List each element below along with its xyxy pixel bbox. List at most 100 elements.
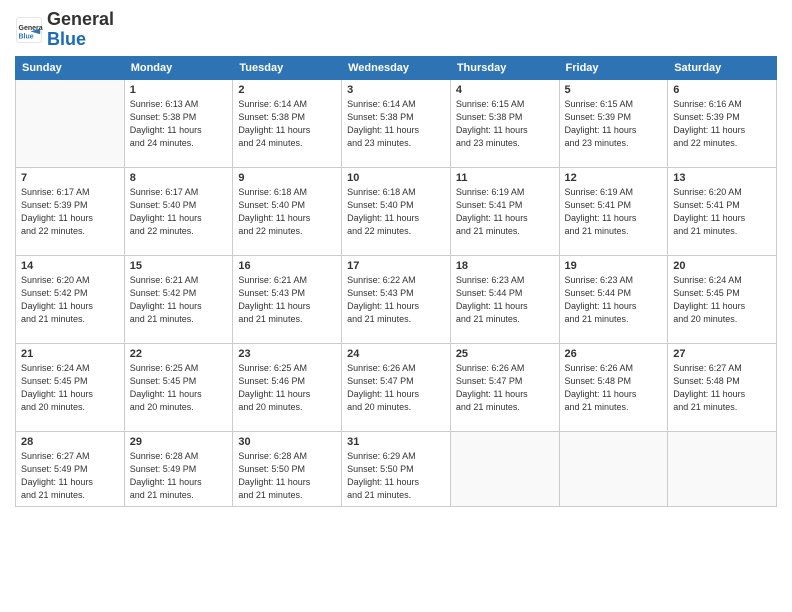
day-info: Sunrise: 6:23 AM Sunset: 5:44 PM Dayligh…	[565, 274, 663, 326]
day-info: Sunrise: 6:19 AM Sunset: 5:41 PM Dayligh…	[565, 186, 663, 238]
day-number: 29	[130, 436, 228, 448]
calendar-cell: 23 Sunrise: 6:25 AM Sunset: 5:46 PM Dayli…	[233, 343, 342, 431]
day-info: Sunrise: 6:25 AM Sunset: 5:45 PM Dayligh…	[130, 362, 228, 414]
calendar-cell: 6Sunrise: 6:16 AM Sunset: 5:39 PM Daylig…	[668, 79, 777, 167]
day-info: Sunrise: 6:19 AM Sunset: 5:41 PM Dayligh…	[456, 186, 554, 238]
day-info: Sunrise: 6:13 AM Sunset: 5:38 PM Dayligh…	[130, 98, 228, 150]
page: General Blue General Blue SundayMondayTu…	[0, 0, 792, 612]
day-number: 3	[347, 84, 445, 96]
day-number: 28	[21, 436, 119, 448]
day-number: 30	[238, 436, 336, 448]
calendar-cell: 22Sunrise: 6:25 AM Sunset: 5:45 PM Dayli…	[124, 343, 233, 431]
day-number: 27	[673, 348, 771, 360]
day-number: 4	[456, 84, 554, 96]
calendar-cell: 18Sunrise: 6:23 AM Sunset: 5:44 PM Dayli…	[450, 255, 559, 343]
day-number: 5	[565, 84, 663, 96]
day-number: 25	[456, 348, 554, 360]
calendar-header-row: SundayMondayTuesdayWednesdayThursdayFrid…	[16, 56, 777, 79]
calendar-cell	[16, 79, 125, 167]
day-number: 15	[130, 260, 228, 272]
logo-area: General Blue General Blue	[15, 10, 114, 50]
day-info: Sunrise: 6:22 AM Sunset: 5:43 PM Dayligh…	[347, 274, 445, 326]
logo-general: General	[47, 9, 114, 29]
day-info: Sunrise: 6:25 AM Sunset: 5:46 PM Dayligh…	[238, 362, 336, 414]
day-number: 12	[565, 172, 663, 184]
day-info: Sunrise: 6:24 AM Sunset: 5:45 PM Dayligh…	[673, 274, 771, 326]
day-number: 23	[238, 348, 336, 360]
column-header-thursday: Thursday	[450, 56, 559, 79]
calendar-cell: 12 Sunrise: 6:19 AM Sunset: 5:41 PM Dayli…	[559, 167, 668, 255]
day-info: Sunrise: 6:16 AM Sunset: 5:39 PM Dayligh…	[673, 98, 771, 150]
calendar-cell: 4 Sunrise: 6:15 AM Sunset: 5:38 PM Daylig…	[450, 79, 559, 167]
day-info: Sunrise: 6:15 AM Sunset: 5:39 PM Dayligh…	[565, 98, 663, 150]
day-number: 24	[347, 348, 445, 360]
calendar-cell: 19 Sunrise: 6:23 AM Sunset: 5:44 PM Dayli…	[559, 255, 668, 343]
calendar-week-row: 21 Sunrise: 6:24 AM Sunset: 5:45 PM Dayli…	[16, 343, 777, 431]
calendar-cell	[450, 431, 559, 506]
day-number: 11	[456, 172, 554, 184]
calendar-cell: 31 Sunrise: 6:29 AM Sunset: 5:50 PM Dayli…	[342, 431, 451, 506]
day-number: 7	[21, 172, 119, 184]
day-info: Sunrise: 6:17 AM Sunset: 5:40 PM Dayligh…	[130, 186, 228, 238]
calendar-cell: 26Sunrise: 6:26 AM Sunset: 5:48 PM Dayli…	[559, 343, 668, 431]
calendar-week-row: 14 Sunrise: 6:20 AM Sunset: 5:42 PM Dayli…	[16, 255, 777, 343]
day-info: Sunrise: 6:20 AM Sunset: 5:41 PM Dayligh…	[673, 186, 771, 238]
day-info: Sunrise: 6:26 AM Sunset: 5:47 PM Dayligh…	[456, 362, 554, 414]
day-info: Sunrise: 6:27 AM Sunset: 5:49 PM Dayligh…	[21, 450, 119, 502]
calendar-cell: 20 Sunrise: 6:24 AM Sunset: 5:45 PM Dayli…	[668, 255, 777, 343]
calendar-cell: 10 Sunrise: 6:18 AM Sunset: 5:40 PM Dayli…	[342, 167, 451, 255]
day-number: 26	[565, 348, 663, 360]
day-number: 20	[673, 260, 771, 272]
logo-text: General Blue	[47, 10, 114, 50]
day-number: 16	[238, 260, 336, 272]
calendar-cell: 1Sunrise: 6:13 AM Sunset: 5:38 PM Daylig…	[124, 79, 233, 167]
day-info: Sunrise: 6:28 AM Sunset: 5:50 PM Dayligh…	[238, 450, 336, 502]
calendar-cell: 13 Sunrise: 6:20 AM Sunset: 5:41 PM Dayli…	[668, 167, 777, 255]
day-info: Sunrise: 6:18 AM Sunset: 5:40 PM Dayligh…	[347, 186, 445, 238]
day-info: Sunrise: 6:17 AM Sunset: 5:39 PM Dayligh…	[21, 186, 119, 238]
calendar-cell: 3 Sunrise: 6:14 AM Sunset: 5:38 PM Daylig…	[342, 79, 451, 167]
calendar-cell: 15 Sunrise: 6:21 AM Sunset: 5:42 PM Dayli…	[124, 255, 233, 343]
day-number: 8	[130, 172, 228, 184]
calendar-week-row: 7 Sunrise: 6:17 AM Sunset: 5:39 PM Daylig…	[16, 167, 777, 255]
column-header-monday: Monday	[124, 56, 233, 79]
day-info: Sunrise: 6:14 AM Sunset: 5:38 PM Dayligh…	[238, 98, 336, 150]
day-info: Sunrise: 6:27 AM Sunset: 5:48 PM Dayligh…	[673, 362, 771, 414]
day-number: 19	[565, 260, 663, 272]
day-number: 14	[21, 260, 119, 272]
column-header-friday: Friday	[559, 56, 668, 79]
logo-blue: Blue	[47, 29, 86, 49]
calendar-cell: 27 Sunrise: 6:27 AM Sunset: 5:48 PM Dayli…	[668, 343, 777, 431]
calendar-cell: 7 Sunrise: 6:17 AM Sunset: 5:39 PM Daylig…	[16, 167, 125, 255]
day-number: 17	[347, 260, 445, 272]
day-number: 13	[673, 172, 771, 184]
day-info: Sunrise: 6:24 AM Sunset: 5:45 PM Dayligh…	[21, 362, 119, 414]
day-number: 21	[21, 348, 119, 360]
calendar-cell: 11 Sunrise: 6:19 AM Sunset: 5:41 PM Dayli…	[450, 167, 559, 255]
calendar-table: SundayMondayTuesdayWednesdayThursdayFrid…	[15, 56, 777, 507]
calendar-cell: 14 Sunrise: 6:20 AM Sunset: 5:42 PM Dayli…	[16, 255, 125, 343]
day-info: Sunrise: 6:15 AM Sunset: 5:38 PM Dayligh…	[456, 98, 554, 150]
day-number: 18	[456, 260, 554, 272]
svg-text:Blue: Blue	[19, 33, 34, 40]
calendar-cell: 8 Sunrise: 6:17 AM Sunset: 5:40 PM Daylig…	[124, 167, 233, 255]
day-info: Sunrise: 6:21 AM Sunset: 5:43 PM Dayligh…	[238, 274, 336, 326]
calendar-week-row: 28 Sunrise: 6:27 AM Sunset: 5:49 PM Dayli…	[16, 431, 777, 506]
column-header-tuesday: Tuesday	[233, 56, 342, 79]
day-info: Sunrise: 6:29 AM Sunset: 5:50 PM Dayligh…	[347, 450, 445, 502]
day-info: Sunrise: 6:21 AM Sunset: 5:42 PM Dayligh…	[130, 274, 228, 326]
calendar-week-row: 1Sunrise: 6:13 AM Sunset: 5:38 PM Daylig…	[16, 79, 777, 167]
calendar-cell: 21 Sunrise: 6:24 AM Sunset: 5:45 PM Dayli…	[16, 343, 125, 431]
day-info: Sunrise: 6:18 AM Sunset: 5:40 PM Dayligh…	[238, 186, 336, 238]
day-info: Sunrise: 6:28 AM Sunset: 5:49 PM Dayligh…	[130, 450, 228, 502]
day-number: 10	[347, 172, 445, 184]
day-number: 9	[238, 172, 336, 184]
calendar-cell: 30 Sunrise: 6:28 AM Sunset: 5:50 PM Dayli…	[233, 431, 342, 506]
day-number: 31	[347, 436, 445, 448]
logo-icon: General Blue	[15, 16, 43, 44]
calendar-cell: 9 Sunrise: 6:18 AM Sunset: 5:40 PM Daylig…	[233, 167, 342, 255]
day-info: Sunrise: 6:14 AM Sunset: 5:38 PM Dayligh…	[347, 98, 445, 150]
day-info: Sunrise: 6:20 AM Sunset: 5:42 PM Dayligh…	[21, 274, 119, 326]
header: General Blue General Blue	[15, 10, 777, 50]
calendar-cell: 25 Sunrise: 6:26 AM Sunset: 5:47 PM Dayli…	[450, 343, 559, 431]
